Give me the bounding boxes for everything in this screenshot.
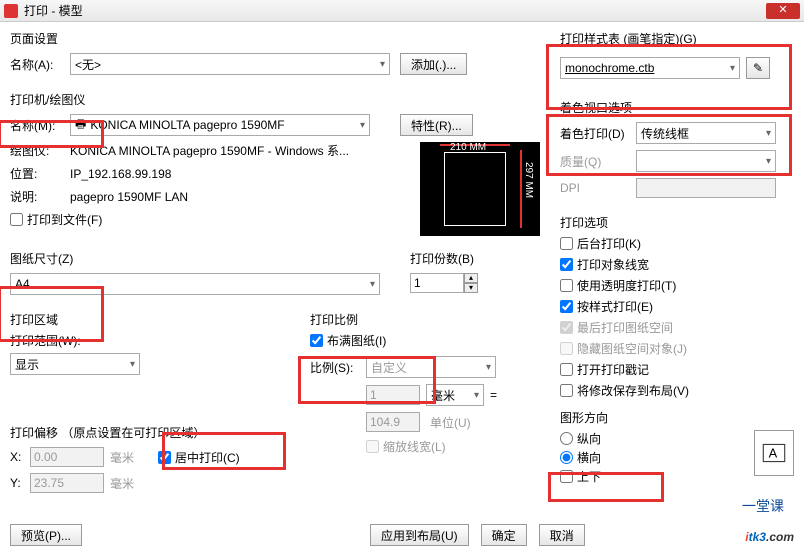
plotter-heading: 打印机/绘图仪 xyxy=(10,91,550,108)
ok-button[interactable]: 确定 xyxy=(481,524,527,546)
landscape-radio[interactable]: 横向 xyxy=(560,449,601,466)
paper-size-select[interactable]: A4 xyxy=(10,273,380,295)
orientation-preview: A xyxy=(754,430,794,476)
opt-last: 最后打印图纸空间 xyxy=(560,319,794,336)
y-label: Y: xyxy=(10,476,30,490)
opt-lineweight[interactable]: 打印对象线宽 xyxy=(560,256,794,273)
scale-heading: 打印比例 xyxy=(310,311,530,328)
ratio-select: 自定义 xyxy=(366,356,496,378)
plotter-select[interactable]: 🖶 KONICA MINOLTA pagepro 1590MF xyxy=(70,114,370,136)
dpi-label: DPI xyxy=(560,181,636,195)
offset-heading: 打印偏移 （原点设置在可打印区域） xyxy=(10,424,310,441)
quality-select xyxy=(636,150,776,172)
style-edit-button[interactable]: ✎ xyxy=(746,57,770,79)
fit-paper-checkbox[interactable]: 布满图纸(I) xyxy=(310,332,386,349)
close-button[interactable]: ✕ xyxy=(766,3,800,19)
app-icon xyxy=(4,4,18,18)
range-select[interactable]: 显示 xyxy=(10,353,140,375)
opt-transparency[interactable]: 使用透明度打印(T) xyxy=(560,277,794,294)
window-title: 打印 - 模型 xyxy=(24,2,83,19)
range-label: 打印范围(W): xyxy=(10,332,270,349)
equals-label: = xyxy=(490,388,497,402)
orientation-heading: 图形方向 xyxy=(560,409,794,426)
paper-size-heading: 图纸尺寸(Z) xyxy=(10,250,380,267)
x-input xyxy=(30,447,104,467)
x-label: X: xyxy=(10,450,30,464)
svg-text:A: A xyxy=(769,445,778,460)
area-heading: 打印区域 xyxy=(10,311,270,328)
location-value: IP_192.168.99.198 xyxy=(70,167,171,181)
style-heading: 打印样式表 (画笔指定)(G) xyxy=(560,30,794,47)
opt-hide: 隐藏图纸空间对象(J) xyxy=(560,340,794,357)
desc-label: 说明: xyxy=(10,188,70,205)
y-input xyxy=(30,473,104,493)
scale-num-input xyxy=(366,385,420,405)
watermark: itk3.com xyxy=(745,517,794,548)
apply-layout-button[interactable]: 应用到布局(U) xyxy=(370,524,469,546)
x-unit: 毫米 xyxy=(110,449,134,466)
shade-select[interactable]: 传统线框 xyxy=(636,122,776,144)
printer-icon: 🖶 xyxy=(75,115,86,136)
upside-checkbox[interactable]: 上下 xyxy=(560,468,601,485)
watermark-sub: 一堂课 xyxy=(742,496,784,516)
print-to-file-checkbox[interactable]: 打印到文件(F) xyxy=(10,211,102,228)
portrait-radio[interactable]: 纵向 xyxy=(560,430,601,447)
properties-button[interactable]: 特性(R)... xyxy=(400,114,473,136)
scale-unit-select[interactable]: 毫米 xyxy=(426,384,484,406)
device-label: 绘图仪: xyxy=(10,142,70,159)
paper-preview: 210 MM 297 MM xyxy=(420,142,540,236)
page-setup-name-select[interactable]: <无> xyxy=(70,53,390,75)
scale-den-input xyxy=(366,412,420,432)
desc-value: pagepro 1590MF LAN xyxy=(70,190,188,204)
dpi-input xyxy=(636,178,776,198)
preview-button[interactable]: 预览(P)... xyxy=(10,524,82,546)
unit-u-label: 单位(U) xyxy=(430,414,471,431)
title-bar: 打印 - 模型 ✕ xyxy=(0,0,804,22)
y-unit: 毫米 xyxy=(110,475,134,492)
opt-stamp[interactable]: 打开打印戳记 xyxy=(560,361,794,378)
quality-label: 质量(Q) xyxy=(560,153,636,170)
page-setup-heading: 页面设置 xyxy=(10,30,550,47)
copies-spinner[interactable]: ▴▾ xyxy=(410,273,478,293)
location-label: 位置: xyxy=(10,165,70,182)
name-m-label: 名称(M): xyxy=(10,117,70,134)
add-button[interactable]: 添加(.)... xyxy=(400,53,467,75)
style-select[interactable]: monochrome.ctb xyxy=(560,57,740,79)
opt-bystyle[interactable]: 按样式打印(E) xyxy=(560,298,794,315)
opt-background[interactable]: 后台打印(K) xyxy=(560,235,794,252)
cancel-button[interactable]: 取消 xyxy=(539,524,585,546)
options-heading: 打印选项 xyxy=(560,214,794,231)
opt-save[interactable]: 将修改保存到布局(V) xyxy=(560,382,794,399)
shade-label: 着色打印(D) xyxy=(560,125,636,142)
copies-heading: 打印份数(B) xyxy=(410,250,478,267)
viewport-heading: 着色视口选项 xyxy=(560,99,794,116)
scale-lineweight-checkbox: 缩放线宽(L) xyxy=(366,438,446,455)
device-value: KONICA MINOLTA pagepro 1590MF - Windows … xyxy=(70,142,349,159)
name-a-label: 名称(A): xyxy=(10,56,70,73)
ratio-label: 比例(S): xyxy=(310,359,366,376)
center-checkbox[interactable]: 居中打印(C) xyxy=(158,449,240,466)
